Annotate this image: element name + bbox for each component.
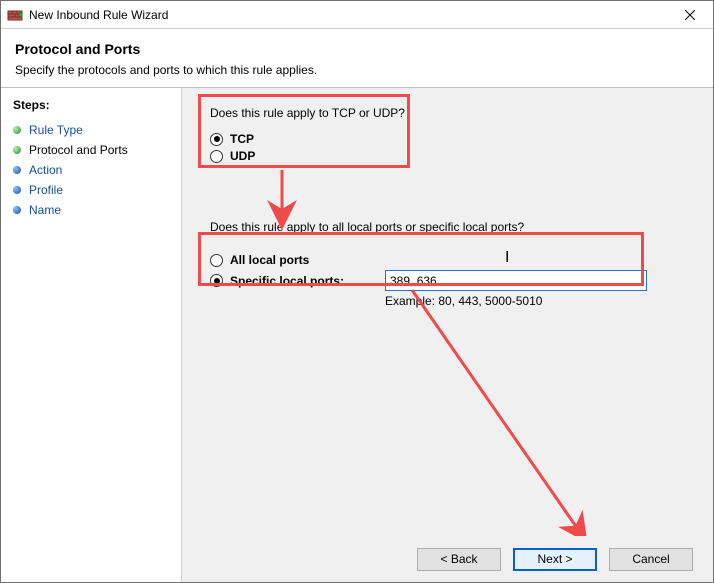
bullet-icon — [13, 186, 21, 194]
step-rule-type[interactable]: Rule Type — [13, 120, 171, 140]
step-label: Action — [29, 163, 62, 177]
bullet-icon — [13, 126, 21, 134]
back-button-label: < Back — [440, 552, 477, 566]
steps-sidebar: Steps: Rule Type Protocol and Ports Acti… — [1, 88, 181, 582]
cancel-button[interactable]: Cancel — [609, 548, 693, 571]
radio-tcp[interactable] — [210, 133, 223, 146]
next-button[interactable]: Next > — [513, 548, 597, 571]
titlebar: New Inbound Rule Wizard — [1, 1, 713, 29]
page-subtitle: Specify the protocols and ports to which… — [15, 63, 699, 77]
main-panel: Does this rule apply to TCP or UDP? TCP … — [182, 88, 713, 582]
step-protocol-and-ports[interactable]: Protocol and Ports — [13, 140, 171, 160]
steps-heading: Steps: — [13, 98, 171, 112]
bullet-icon — [13, 166, 21, 174]
window-title: New Inbound Rule Wizard — [29, 8, 669, 22]
radio-tcp-label: TCP — [230, 132, 254, 146]
footer-buttons: < Back Next > Cancel — [182, 536, 713, 582]
radio-specific-ports-label: Specific local ports: — [230, 274, 344, 288]
step-label: Rule Type — [29, 123, 83, 137]
cancel-button-label: Cancel — [632, 552, 669, 566]
protocol-question: Does this rule apply to TCP or UDP? — [210, 106, 685, 120]
step-label: Protocol and Ports — [29, 143, 128, 157]
radio-udp[interactable] — [210, 150, 223, 163]
next-button-label: Next > — [537, 552, 572, 566]
radio-specific-ports-row: Specific local ports: — [210, 270, 685, 291]
bullet-icon — [13, 146, 21, 154]
radio-tcp-row[interactable]: TCP — [210, 132, 685, 146]
page-title: Protocol and Ports — [15, 41, 699, 57]
step-action[interactable]: Action — [13, 160, 171, 180]
radio-specific-wrapper[interactable]: Specific local ports: — [210, 274, 385, 288]
close-icon — [685, 10, 695, 20]
back-button[interactable]: < Back — [417, 548, 501, 571]
protocol-group: Does this rule apply to TCP or UDP? TCP … — [202, 106, 693, 174]
step-label: Name — [29, 203, 61, 217]
radio-specific-ports[interactable] — [210, 274, 223, 287]
step-profile[interactable]: Profile — [13, 180, 171, 200]
close-button[interactable] — [669, 3, 711, 27]
ports-group: All local ports Specific local ports: Ex… — [202, 246, 693, 318]
specific-ports-input[interactable] — [385, 270, 647, 291]
radio-all-ports[interactable] — [210, 254, 223, 267]
firewall-icon — [7, 7, 23, 23]
radio-all-ports-row[interactable]: All local ports — [210, 253, 685, 267]
radio-all-ports-label: All local ports — [230, 253, 309, 267]
header-area: Protocol and Ports Specify the protocols… — [1, 29, 713, 87]
step-name[interactable]: Name — [13, 200, 171, 220]
body: Steps: Rule Type Protocol and Ports Acti… — [1, 88, 713, 582]
radio-udp-row[interactable]: UDP — [210, 149, 685, 163]
bullet-icon — [13, 206, 21, 214]
wizard-window: New Inbound Rule Wizard Protocol and Por… — [0, 0, 714, 583]
ports-question: Does this rule apply to all local ports … — [210, 220, 693, 234]
radio-udp-label: UDP — [230, 149, 255, 163]
ports-example-text: Example: 80, 443, 5000-5010 — [385, 294, 685, 308]
step-label: Profile — [29, 183, 63, 197]
